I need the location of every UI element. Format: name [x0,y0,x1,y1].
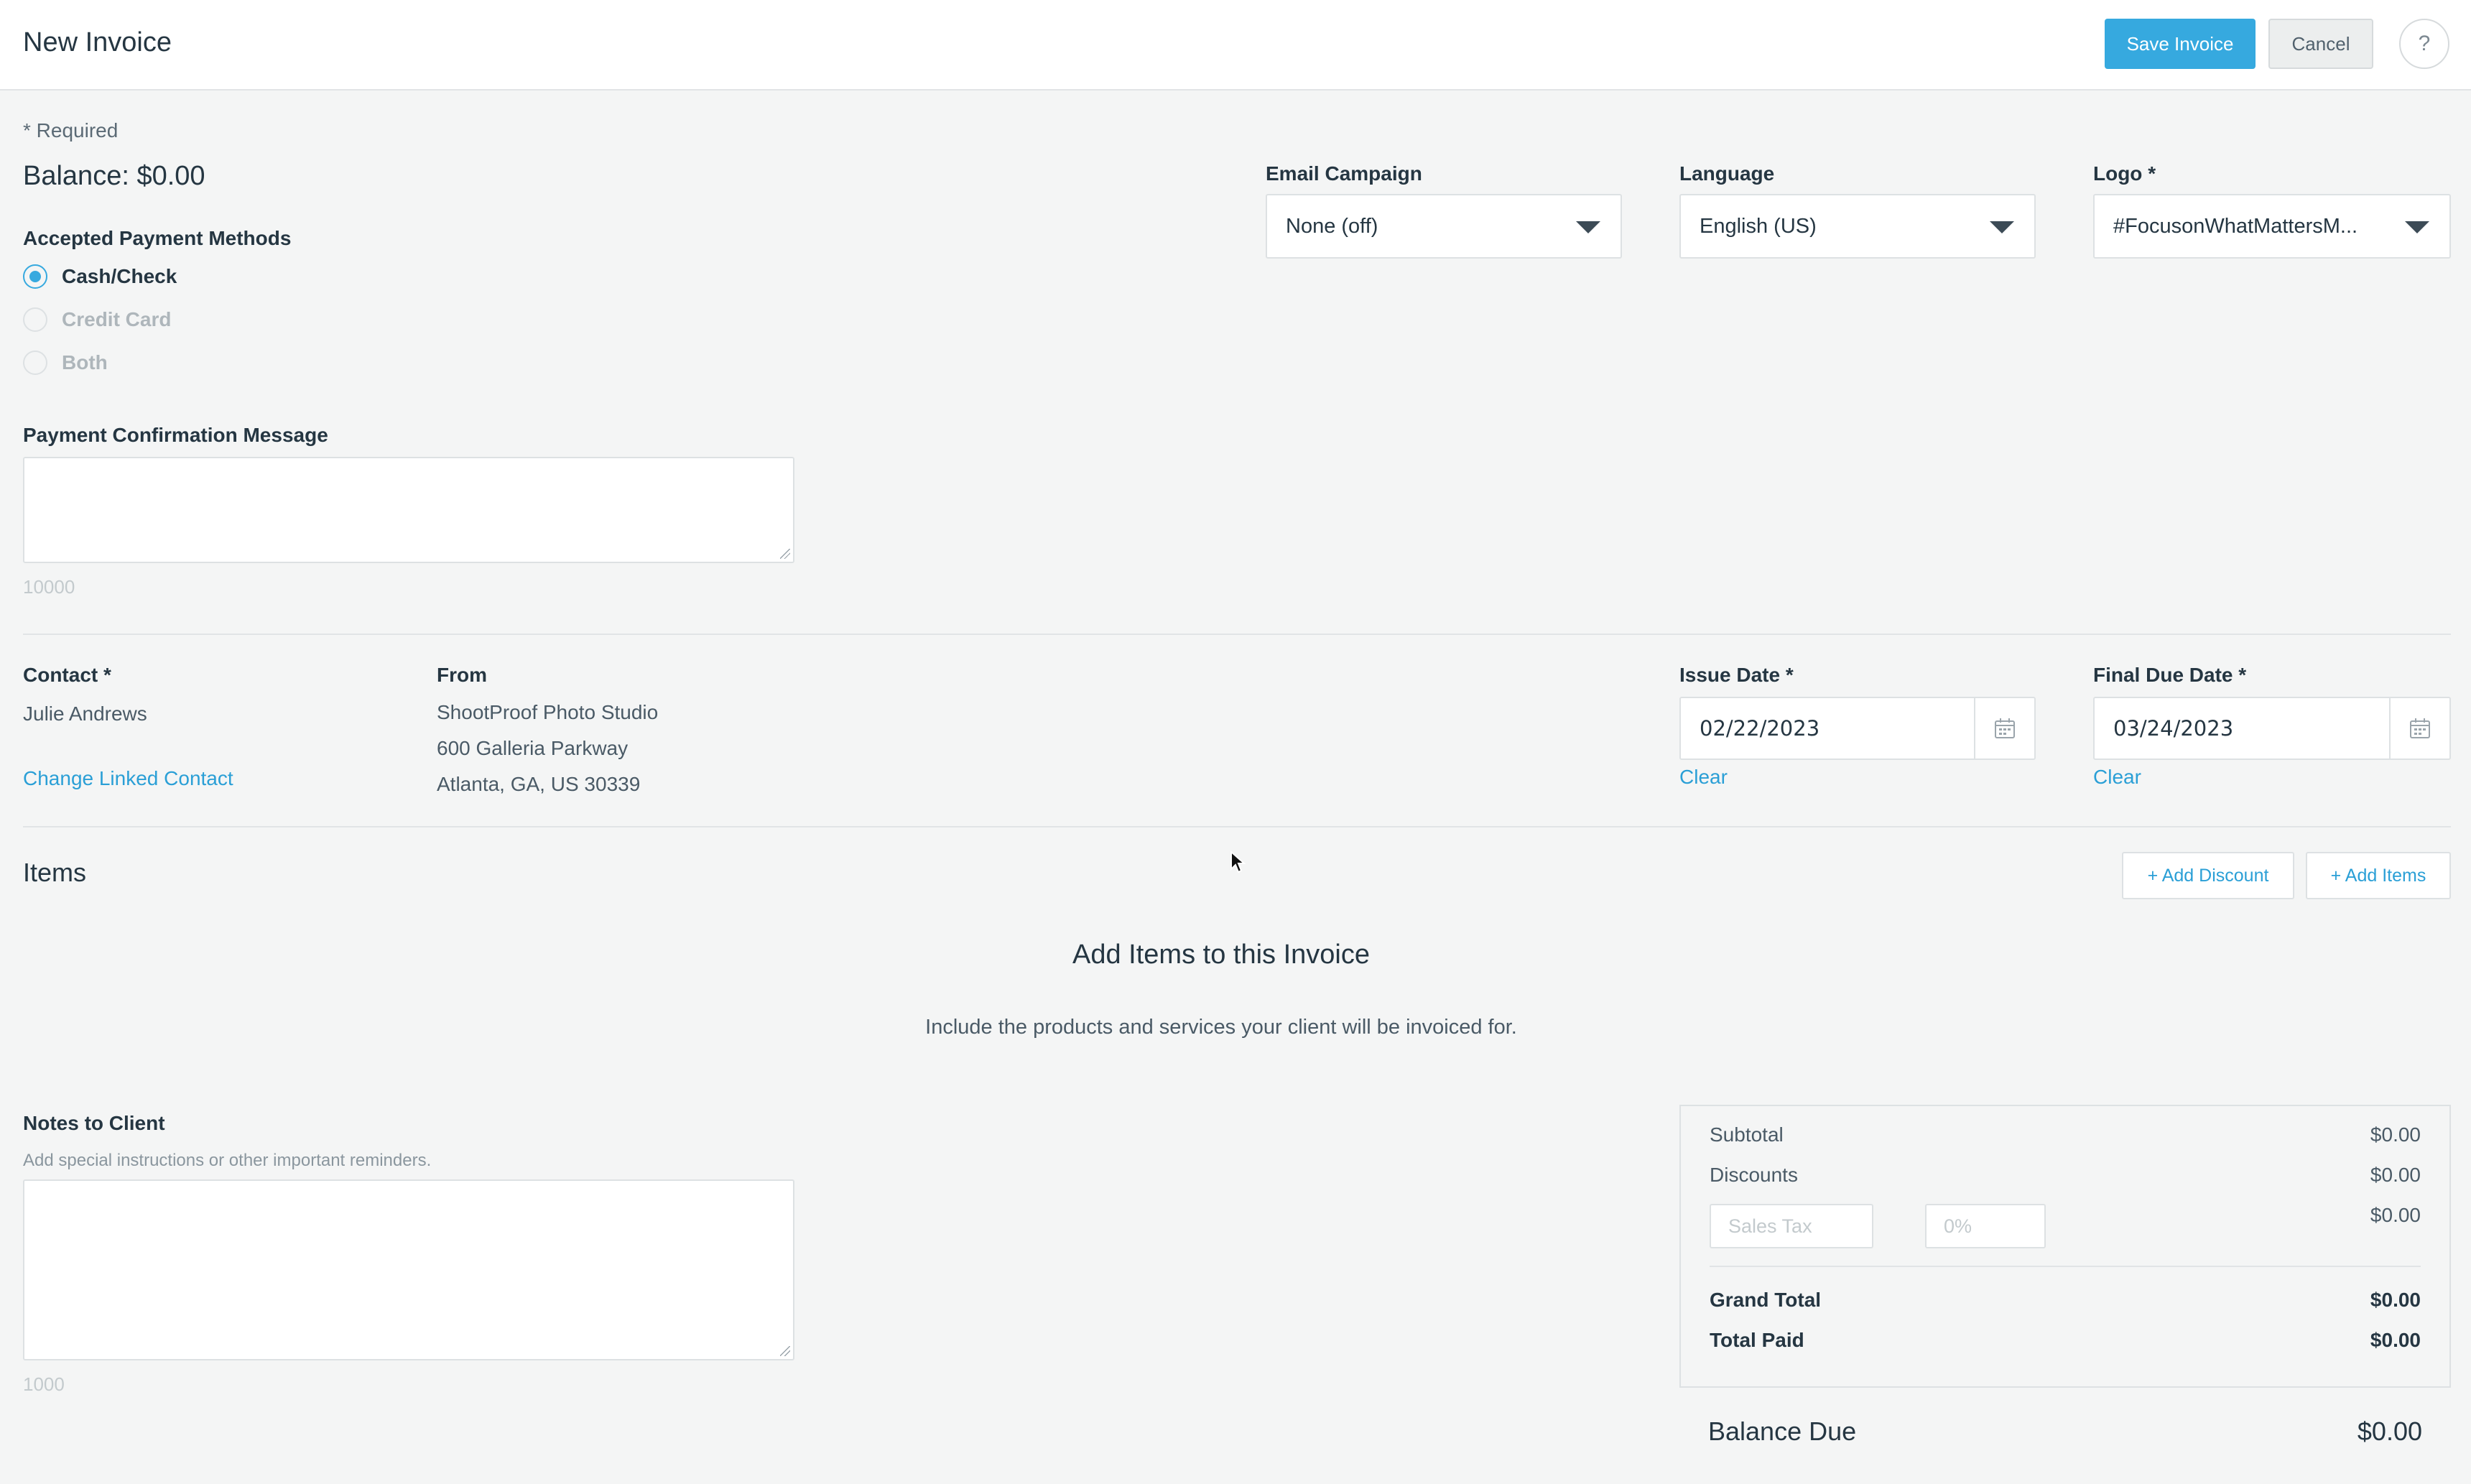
change-linked-contact-link[interactable]: Change Linked Contact [23,767,233,790]
subtotal-label: Subtotal [1710,1123,1784,1146]
sales-tax-input[interactable]: Sales Tax [1710,1204,1873,1248]
cancel-button[interactable]: Cancel [2268,19,2373,69]
save-invoice-button[interactable]: Save Invoice [2105,19,2256,69]
email-campaign-select[interactable]: None (off) [1266,194,1622,259]
issue-date-input[interactable]: 02/22/2023 [1679,697,2036,760]
radio-cash-check[interactable]: Cash/Check [23,264,177,289]
calendar-icon[interactable] [1974,698,2034,759]
help-button[interactable]: ? [2399,19,2449,69]
due-date-clear-link[interactable]: Clear [2093,766,2141,789]
from-street: 600 Galleria Parkway [437,737,629,759]
radio-unselected-icon[interactable] [23,351,47,375]
discounts-label: Discounts [1710,1164,1798,1186]
chevron-down-icon [1576,221,1600,233]
notes-textarea[interactable] [23,1179,794,1360]
items-empty-title: Add Items to this Invoice [1072,940,1370,970]
balance-due-label: Balance Due [1708,1416,1857,1446]
language-label: Language [1679,162,1775,185]
from-studio-name: ShootProof Photo Studio [437,701,659,723]
tax-amount-value: $0.00 [2370,1204,2421,1226]
add-items-button[interactable]: + Add Items [2306,852,2451,899]
add-discount-button[interactable]: + Add Discount [2122,852,2294,899]
resize-handle-icon[interactable] [780,1346,790,1356]
chevron-down-icon [2405,221,2429,233]
section-divider [23,634,2451,635]
payment-methods-label: Accepted Payment Methods [23,227,292,249]
summary-divider [1710,1266,2421,1267]
radio-selected-icon[interactable] [23,264,47,289]
balance-due-value: $0.00 [2357,1416,2422,1446]
language-select[interactable]: English (US) [1679,194,2036,259]
discounts-value: $0.00 [2370,1164,2421,1186]
logo-label: Logo * [2093,162,2156,185]
notes-hint: Add special instructions or other import… [23,1151,432,1170]
due-date-label: Final Due Date * [2093,664,2247,686]
section-divider [23,826,2451,827]
from-label: From [437,664,487,686]
email-campaign-label: Email Campaign [1266,162,1422,185]
resize-handle-icon[interactable] [780,549,790,559]
page-title: New Invoice [23,27,172,57]
total-paid-label: Total Paid [1710,1329,1804,1351]
items-empty-subtitle: Include the products and services your c… [925,1016,1517,1039]
radio-both[interactable]: Both [23,351,108,375]
from-city: Atlanta, GA, US 30339 [437,773,641,795]
help-icon: ? [2418,32,2431,55]
grand-total-label: Grand Total [1710,1289,1822,1311]
confirmation-message-textarea[interactable] [23,457,794,563]
tax-rate-input[interactable]: 0% [1925,1204,2046,1248]
balance-summary: Balance: $0.00 [23,161,205,191]
notes-label: Notes to Client [23,1112,165,1134]
confirmation-message-label: Payment Confirmation Message [23,424,328,446]
top-bar: New Invoice Save Invoice Cancel ? [0,0,2471,91]
issue-date-label: Issue Date * [1679,664,1794,686]
grand-total-value: $0.00 [2370,1289,2421,1311]
logo-select[interactable]: #FocusonWhatMattersM... [2093,194,2451,259]
issue-date-clear-link[interactable]: Clear [1679,766,1728,789]
contact-label: Contact * [23,664,111,686]
radio-unselected-icon[interactable] [23,307,47,332]
required-note: * Required [23,119,119,142]
mouse-cursor-icon [1230,850,1247,878]
due-date-input[interactable]: 03/24/2023 [2093,697,2451,760]
items-heading: Items [23,858,87,887]
chevron-down-icon [1990,221,2014,233]
contact-name: Julie Andrews [23,702,147,725]
calendar-icon[interactable] [2389,698,2449,759]
total-paid-value: $0.00 [2370,1329,2421,1351]
radio-credit-card[interactable]: Credit Card [23,307,171,332]
confirmation-char-limit: 10000 [23,576,75,598]
notes-char-limit: 1000 [23,1373,65,1395]
invoice-summary: Subtotal $0.00 Discounts $0.00 Sales Tax… [1679,1105,2451,1388]
subtotal-value: $0.00 [2370,1123,2421,1146]
